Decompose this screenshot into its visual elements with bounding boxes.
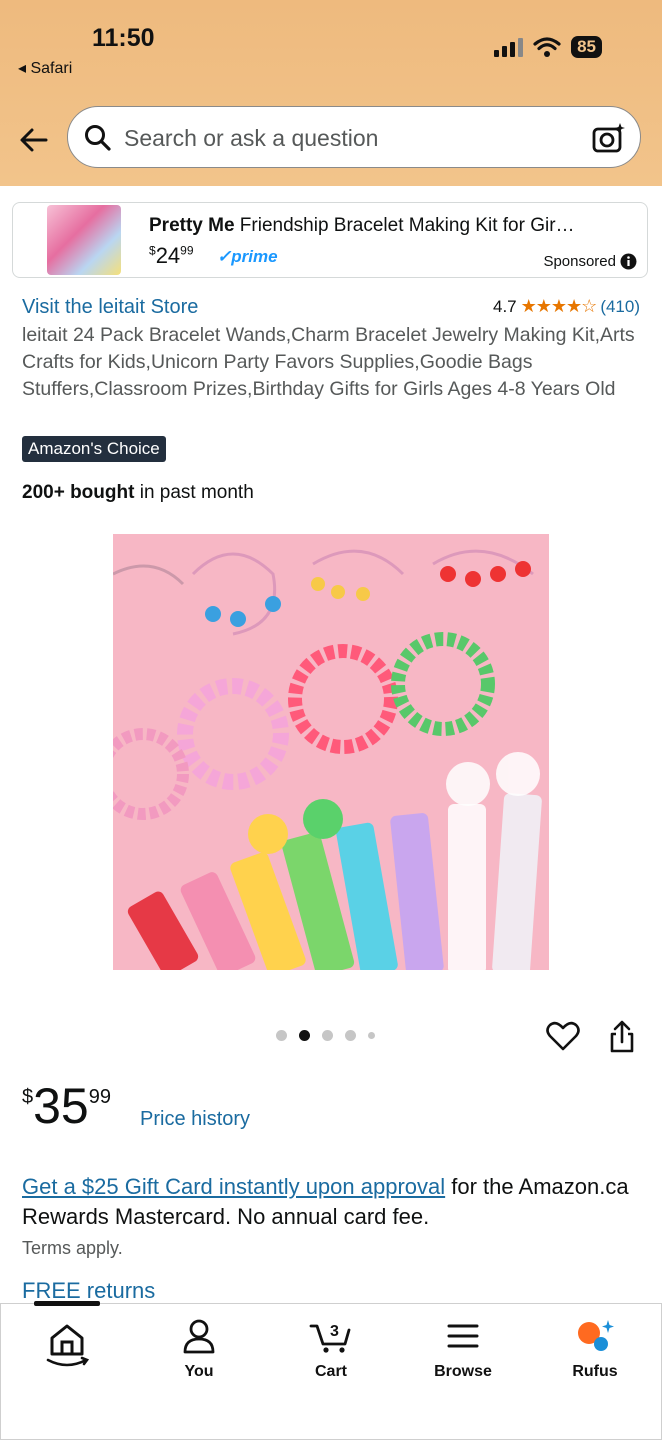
cart-icon: 3 [309,1323,351,1353]
search-row: Search or ask a question [0,104,662,172]
rufus-icon [578,1320,614,1351]
sponsored-brand: Pretty Me [149,215,235,236]
tab-rufus-label: Rufus [572,1363,618,1380]
tab-cart-label: Cart [314,1363,347,1380]
product-title: leitait 24 Pack Bracelet Wands,Charm Bra… [22,324,635,400]
rating-value: 4.7 [492,296,517,316]
search-placeholder: Search or ask a question [124,125,379,151]
product-price: $ 35 99 [22,1080,111,1132]
tab-browse[interactable]: Browse [413,1318,513,1381]
wifi-icon [533,37,561,57]
sponsored-price-whole: 24 [155,243,181,268]
tab-rufus[interactable]: Rufus [545,1318,645,1381]
image-carousel-dots[interactable] [276,1030,375,1041]
status-icons: 85 [493,36,602,58]
product-rating[interactable]: 4.7 ★★★★☆ (410) [493,296,640,317]
rating-count: (410) [600,296,640,316]
sponsored-title-text: Friendship Bracelet Making Kit for Gir… [234,215,575,236]
terms-text: Terms apply. [22,1238,123,1258]
status-time: 11:50 [92,24,155,52]
carousel-dot-active[interactable] [299,1030,310,1041]
price-history-link[interactable]: Price history [140,1108,250,1131]
share-icon[interactable] [608,1020,636,1054]
bought-count: 200+ bought in past month [22,482,254,504]
tab-browse-label: Browse [434,1363,492,1380]
sponsored-product-thumbnail [47,205,121,275]
product-image[interactable] [113,534,549,970]
carousel-dot[interactable] [368,1032,375,1039]
user-icon [183,1319,215,1354]
amazons-choice-badge: Amazon's Choice [22,436,166,462]
menu-icon [447,1324,479,1348]
carousel-dot[interactable] [345,1030,356,1041]
price-fraction: 99 [88,1086,111,1108]
sponsored-text: Sponsored [543,253,616,270]
search-input[interactable]: Search or ask a question [67,106,641,168]
carousel-dot[interactable] [276,1030,287,1041]
sponsored-price: $2499 [149,243,194,269]
tab-home[interactable] [17,1318,117,1373]
price-whole: 35 [33,1078,89,1134]
wishlist-heart-icon[interactable] [546,1020,580,1052]
carousel-dot[interactable] [322,1030,333,1041]
battery-level: 85 [571,36,602,58]
bought-bold: 200+ bought [22,482,135,503]
price-currency: $ [22,1086,34,1108]
gift-card-offer-link[interactable]: Get a $25 Gift Card instantly upon appro… [22,1174,445,1199]
back-to-safari[interactable]: ◂ Safari [18,58,72,78]
tab-cart[interactable]: 3 Cart [281,1318,381,1381]
back-arrow-icon[interactable] [18,124,50,156]
search-icon [85,125,111,151]
camera-search-icon[interactable] [592,122,626,154]
back-app-label: Safari [30,60,73,77]
sponsored-product-banner[interactable]: Pretty Me Friendship Bracelet Making Kit… [12,202,648,278]
cellular-signal-icon [494,38,524,57]
bought-rest: in past month [134,482,254,503]
cart-count: 3 [330,1323,339,1340]
home-icon [46,1324,90,1367]
prime-badge: ✓prime [217,247,278,266]
sponsored-price-fraction: 99 [180,243,194,258]
info-icon [620,253,637,270]
tab-you[interactable]: You [149,1318,249,1381]
top-header: 11:50 ◂ Safari 85 Search or ask a questi… [0,0,662,186]
active-tab-indicator [34,1301,100,1306]
tab-you-label: You [184,1363,214,1380]
rating-stars-icon: ★★★★☆ [520,296,598,316]
store-link[interactable]: Visit the leitait Store [22,296,198,319]
sponsored-product-title: Pretty Me Friendship Bracelet Making Kit… [149,215,575,237]
credit-card-offer: Get a $25 Gift Card instantly upon appro… [22,1172,642,1232]
bottom-tab-bar: You 3 Cart Browse Rufus [0,1301,662,1440]
sponsored-label[interactable]: Sponsored [543,253,637,270]
prime-label: prime [231,247,278,266]
sponsored-price-currency: $ [149,243,156,258]
product-photo-illustration [113,534,549,970]
